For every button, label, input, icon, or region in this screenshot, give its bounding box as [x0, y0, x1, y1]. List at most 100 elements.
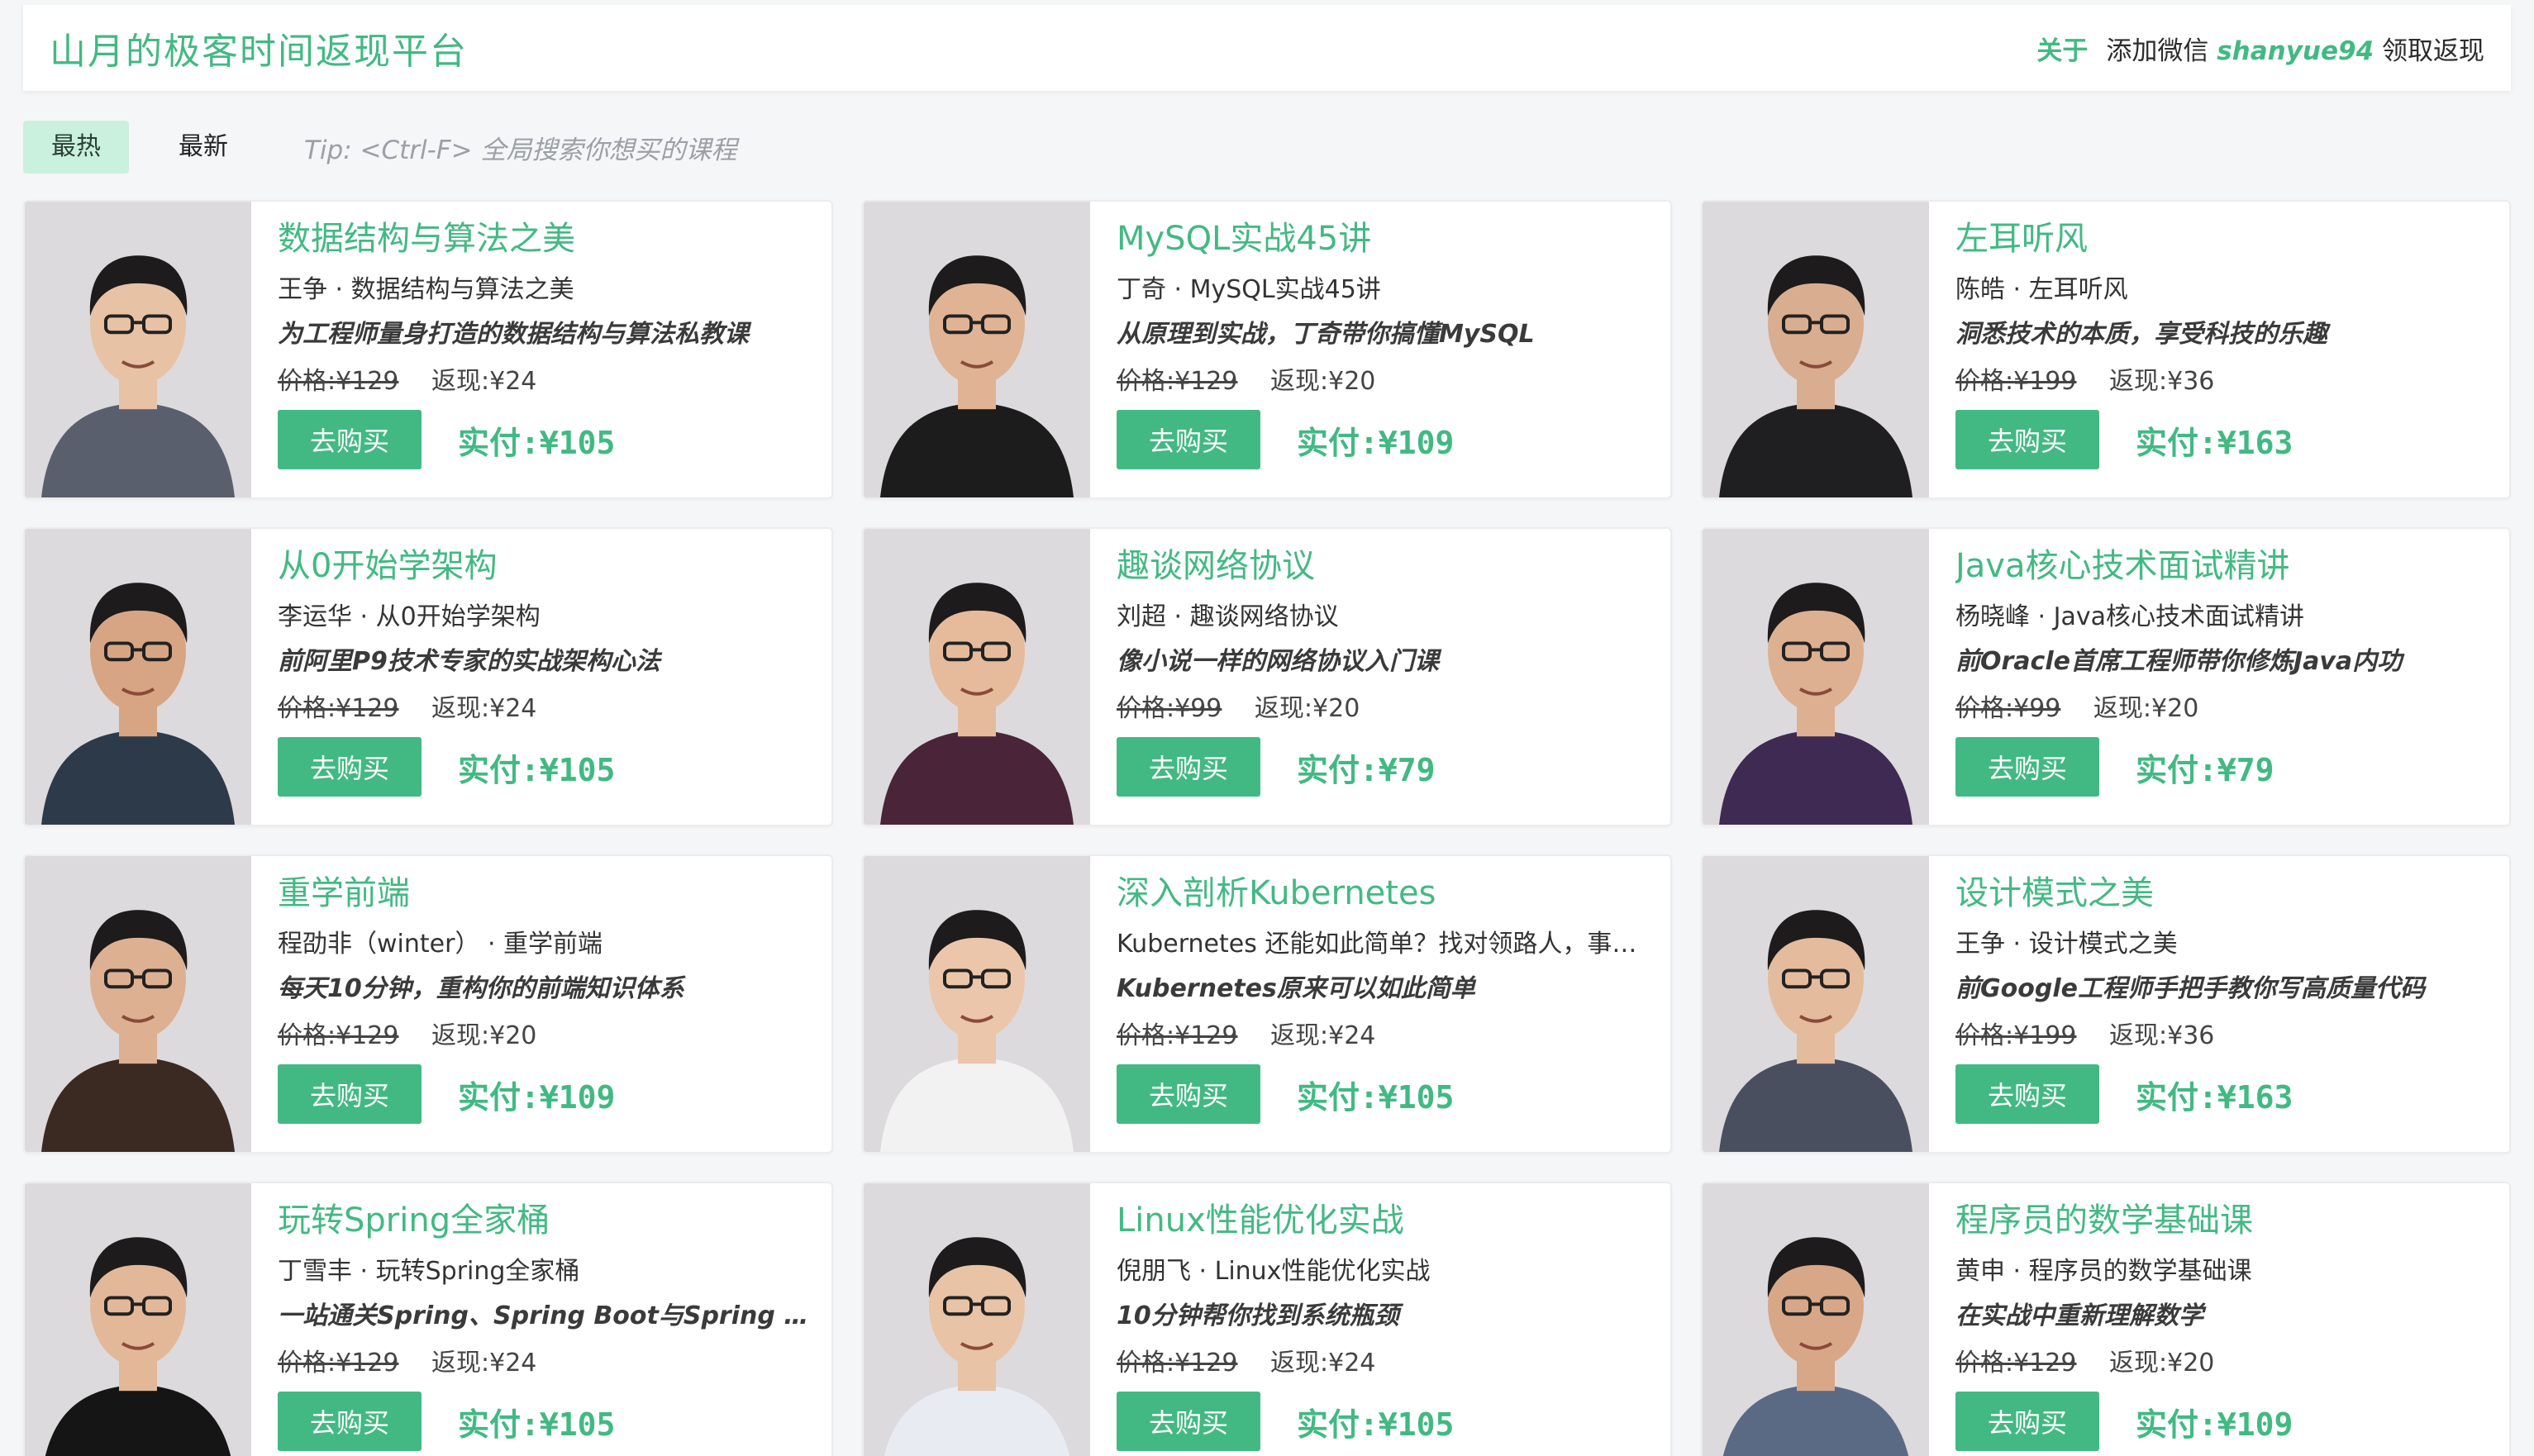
- course-title[interactable]: 重学前端: [278, 868, 831, 919]
- course-slogan: 前Oracle首席工程师带你修炼Java内功: [1955, 647, 2403, 676]
- course-info: 左耳听风 陈皓 · 左耳听风 洞悉技术的本质，享受科技的乐趣 价格:¥199 返…: [1929, 202, 2509, 497]
- course-slogan: 每天10分钟，重构你的前端知识体系: [278, 974, 684, 1003]
- course-prices: 价格:¥129 返现:¥24: [278, 1340, 831, 1387]
- course-info: 趣谈网络协议 刘超 · 趣谈网络协议 像小说一样的网络协议入门课 价格:¥99 …: [1090, 529, 1670, 825]
- course-slogan: Kubernetes原来可以如此简单: [1117, 974, 1475, 1003]
- original-price: 价格:¥99: [1955, 694, 2061, 723]
- course-card: 数据结构与算法之美 王争 · 数据结构与算法之美 为工程师量身打造的数据结构与算…: [23, 200, 833, 499]
- actual-pay: 实付:¥79: [2136, 751, 2274, 788]
- course-slogan: 一站通关Spring、Spring Boot与Spring Clo…: [278, 1301, 831, 1330]
- course-card: 趣谈网络协议 刘超 · 趣谈网络协议 像小说一样的网络协议入门课 价格:¥99 …: [862, 527, 1672, 826]
- rebate-amount: 返现:¥24: [431, 367, 537, 396]
- rebate-amount: 返现:¥24: [431, 1349, 537, 1377]
- course-prices: 价格:¥129 返现:¥24: [278, 359, 831, 405]
- brand-title[interactable]: 山月的极客时间返现平台: [50, 21, 468, 74]
- original-price: 价格:¥129: [278, 367, 399, 396]
- course-info: 从0开始学架构 李运华 · 从0开始学架构 前阿里P9技术专家的实战架构心法 价…: [251, 529, 831, 825]
- course-author: 丁奇 · MySQL实战45讲: [1117, 275, 1381, 304]
- buy-button[interactable]: 去购买: [278, 1064, 422, 1124]
- tab-newest[interactable]: 最新: [150, 121, 256, 174]
- course-title[interactable]: 从0开始学架构: [278, 540, 831, 592]
- buy-button[interactable]: 去购买: [1955, 410, 2099, 469]
- course-actions: 去购买 实付:¥79: [1117, 737, 1670, 797]
- course-card: Java核心技术面试精讲 杨晓峰 · Java核心技术面试精讲 前Oracle首…: [1701, 527, 2511, 826]
- rebate-amount: 返现:¥24: [1270, 1349, 1376, 1377]
- course-prices: 价格:¥199 返现:¥36: [1955, 359, 2509, 405]
- buy-button[interactable]: 去购买: [1117, 1392, 1260, 1451]
- course-author: 刘超 · 趣谈网络协议: [1117, 602, 1339, 631]
- course-title[interactable]: Linux性能优化实战: [1117, 1195, 1670, 1246]
- original-price: 价格:¥129: [1117, 367, 1238, 396]
- rebate-amount: 返现:¥36: [2109, 367, 2215, 396]
- buy-button[interactable]: 去购买: [1117, 737, 1260, 797]
- rebate-amount: 返现:¥24: [431, 694, 537, 723]
- rebate-amount: 返现:¥20: [431, 1021, 537, 1050]
- course-info: 设计模式之美 王争 · 设计模式之美 前Google工程师手把手教你写高质量代码…: [1929, 856, 2509, 1152]
- course-title[interactable]: 玩转Spring全家桶: [278, 1195, 831, 1246]
- buy-button[interactable]: 去购买: [1117, 410, 1260, 469]
- buy-button[interactable]: 去购买: [278, 737, 422, 797]
- actual-pay: 实付:¥79: [1297, 751, 1436, 788]
- course-title[interactable]: 程序员的数学基础课: [1955, 1195, 2509, 1246]
- course-slogan: 在实战中重新理解数学: [1955, 1301, 2203, 1330]
- course-title[interactable]: MySQL实战45讲: [1117, 213, 1670, 264]
- about-link[interactable]: 关于: [2036, 30, 2088, 67]
- original-price: 价格:¥129: [278, 694, 399, 723]
- buy-button[interactable]: 去购买: [1955, 737, 2099, 797]
- actual-pay: 实付:¥105: [1297, 1406, 1455, 1443]
- top-header: 山月的极客时间返现平台 关于 添加微信 shanyue94 领取返现: [23, 5, 2511, 91]
- buy-button[interactable]: 去购买: [278, 410, 422, 469]
- course-card: MySQL实战45讲 丁奇 · MySQL实战45讲 从原理到实战，丁奇带你搞懂…: [862, 200, 1672, 499]
- course-info: Linux性能优化实战 倪朋飞 · Linux性能优化实战 10分钟帮你找到系统…: [1090, 1183, 1670, 1456]
- author-photo: [1703, 202, 1929, 497]
- course-slogan: 洞悉技术的本质，享受科技的乐趣: [1955, 320, 2327, 349]
- author-photo: [25, 202, 251, 497]
- course-info: 玩转Spring全家桶 丁雪丰 · 玩转Spring全家桶 一站通关Spring…: [251, 1183, 831, 1456]
- portrait-icon: [25, 202, 251, 497]
- buy-button[interactable]: 去购买: [1117, 1064, 1260, 1124]
- course-slogan: 从原理到实战，丁奇带你搞懂MySQL: [1117, 320, 1535, 349]
- buy-button[interactable]: 去购买: [1955, 1064, 2099, 1124]
- course-title[interactable]: 数据结构与算法之美: [278, 213, 831, 264]
- course-info: 重学前端 程劭非（winter） · 重学前端 每天10分钟，重构你的前端知识体…: [251, 856, 831, 1152]
- course-actions: 去购买 实付:¥79: [1955, 737, 2509, 797]
- portrait-icon: [864, 1183, 1090, 1456]
- original-price: 价格:¥129: [278, 1021, 399, 1050]
- course-title[interactable]: 深入剖析Kubernetes: [1117, 868, 1670, 919]
- course-title[interactable]: 设计模式之美: [1955, 868, 2509, 919]
- portrait-icon: [864, 202, 1090, 497]
- buy-button[interactable]: 去购买: [1955, 1392, 2099, 1451]
- course-author: 程劭非（winter） · 重学前端: [278, 930, 603, 959]
- course-actions: 去购买 实付:¥105: [1117, 1392, 1670, 1451]
- course-card: 重学前端 程劭非（winter） · 重学前端 每天10分钟，重构你的前端知识体…: [23, 854, 833, 1154]
- tab-hottest[interactable]: 最热: [23, 121, 129, 174]
- course-title[interactable]: Java核心技术面试精讲: [1955, 540, 2509, 592]
- course-actions: 去购买 实付:¥109: [1117, 410, 1670, 469]
- rebate-amount: 返现:¥20: [1270, 367, 1376, 396]
- course-prices: 价格:¥99 返现:¥20: [1117, 686, 1670, 732]
- course-prices: 价格:¥99 返现:¥20: [1955, 686, 2509, 732]
- course-actions: 去购买 实付:¥163: [1955, 1064, 2509, 1124]
- course-info: MySQL实战45讲 丁奇 · MySQL实战45讲 从原理到实战，丁奇带你搞懂…: [1090, 202, 1670, 497]
- course-info: 深入剖析Kubernetes Kubernetes 还能如此简单？找对领路人，事…: [1090, 856, 1670, 1152]
- course-title[interactable]: 左耳听风: [1955, 213, 2509, 264]
- course-title[interactable]: 趣谈网络协议: [1117, 540, 1670, 592]
- actual-pay: 实付:¥163: [2136, 1078, 2293, 1116]
- course-author: 丁雪丰 · 玩转Spring全家桶: [278, 1257, 580, 1286]
- course-info: Java核心技术面试精讲 杨晓峰 · Java核心技术面试精讲 前Oracle首…: [1929, 529, 2509, 825]
- actual-pay: 实付:¥105: [458, 424, 616, 461]
- wechat-suffix: 领取返现: [2382, 36, 2484, 66]
- buy-button[interactable]: 去购买: [278, 1392, 422, 1451]
- portrait-icon: [1703, 529, 1929, 825]
- actual-pay: 实付:¥163: [2136, 424, 2293, 461]
- original-price: 价格:¥129: [1955, 1349, 2077, 1377]
- wechat-prefix: 添加微信: [2106, 36, 2209, 66]
- author-photo: [25, 529, 251, 825]
- author-photo: [25, 856, 251, 1152]
- rebate-amount: 返现:¥36: [2109, 1021, 2215, 1050]
- course-prices: 价格:¥129 返现:¥24: [1117, 1013, 1670, 1059]
- course-prices: 价格:¥129 返现:¥24: [1117, 1340, 1670, 1387]
- portrait-icon: [25, 1183, 251, 1456]
- course-author: 杨晓峰 · Java核心技术面试精讲: [1955, 602, 2304, 631]
- course-actions: 去购买 实付:¥105: [278, 1392, 831, 1451]
